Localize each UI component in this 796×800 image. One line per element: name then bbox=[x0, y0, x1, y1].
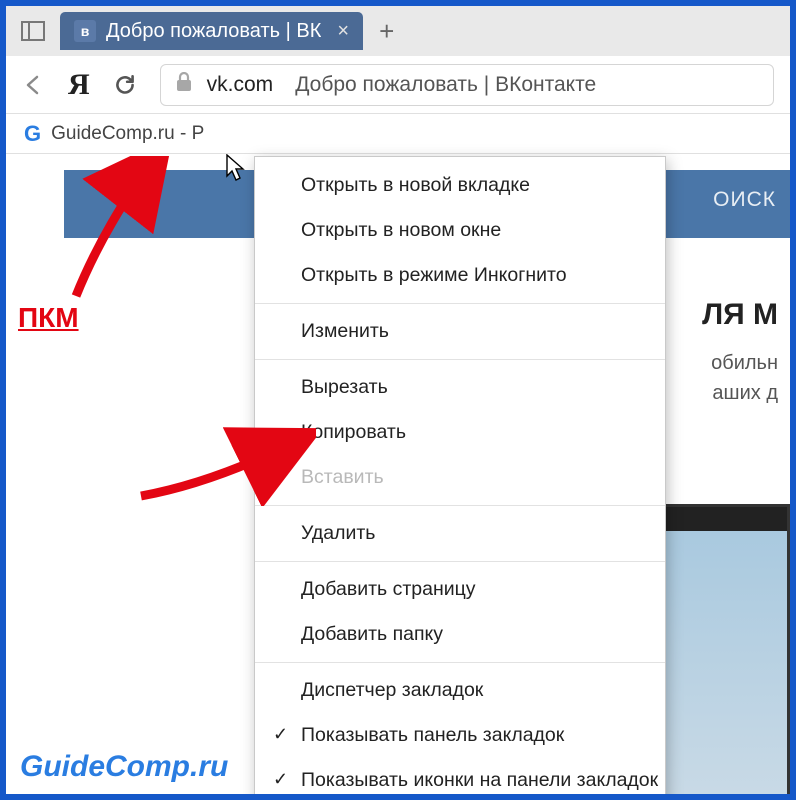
menu-open-incognito[interactable]: Открыть в режиме Инкогнито bbox=[255, 253, 665, 298]
vk-search-label: ОИСК bbox=[713, 188, 776, 212]
annotation-pkm-label: ПКМ bbox=[18, 302, 79, 334]
bookmark-favicon: G bbox=[24, 121, 41, 147]
menu-show-bookmarks-bar[interactable]: Показывать панель закладок bbox=[255, 713, 665, 758]
yandex-logo[interactable]: Я bbox=[68, 68, 90, 102]
menu-separator bbox=[255, 505, 665, 506]
bookmarks-bar: G GuideComp.ru - Р bbox=[6, 114, 790, 154]
menu-delete[interactable]: Удалить bbox=[255, 511, 665, 556]
menu-separator bbox=[255, 561, 665, 562]
promo-heading: ЛЯ М bbox=[702, 298, 778, 332]
back-button[interactable] bbox=[22, 73, 46, 97]
promo-subtext: обильн аших д bbox=[711, 348, 778, 408]
tab-title: Добро пожаловать | ВК bbox=[106, 20, 321, 43]
reload-button[interactable] bbox=[112, 72, 138, 98]
menu-cut[interactable]: Вырезать bbox=[255, 365, 665, 410]
url-domain: vk.com bbox=[207, 73, 274, 97]
menu-separator bbox=[255, 662, 665, 663]
toolbar: Я vk.com Добро пожаловать | ВКонтакте bbox=[6, 56, 790, 114]
menu-open-new-tab[interactable]: Открыть в новой вкладке bbox=[255, 163, 665, 208]
watermark: GuideComp.ru bbox=[20, 750, 228, 784]
menu-add-folder[interactable]: Добавить папку bbox=[255, 612, 665, 657]
lock-icon bbox=[175, 72, 193, 98]
menu-bookmark-manager[interactable]: Диспетчер закладок bbox=[255, 668, 665, 713]
browser-window: в Добро пожаловать | ВК × + Я vk.com Доб… bbox=[0, 0, 796, 800]
menu-separator bbox=[255, 359, 665, 360]
menu-open-new-window[interactable]: Открыть в новом окне bbox=[255, 208, 665, 253]
context-menu: Открыть в новой вкладке Открыть в новом … bbox=[254, 156, 666, 800]
menu-separator bbox=[255, 303, 665, 304]
new-tab-button[interactable]: + bbox=[371, 16, 402, 47]
menu-show-icons-bar[interactable]: Показывать иконки на панели закладок bbox=[255, 758, 665, 800]
panel-toggle-button[interactable] bbox=[14, 15, 52, 47]
browser-tab[interactable]: в Добро пожаловать | ВК × bbox=[60, 12, 363, 50]
menu-copy[interactable]: Копировать bbox=[255, 410, 665, 455]
close-tab-icon[interactable]: × bbox=[337, 20, 349, 43]
address-bar[interactable]: vk.com Добро пожаловать | ВКонтакте bbox=[160, 64, 774, 106]
menu-paste: Вставить bbox=[255, 455, 665, 500]
bookmark-item[interactable]: GuideComp.ru - Р bbox=[51, 123, 204, 145]
menu-add-page[interactable]: Добавить страницу bbox=[255, 567, 665, 612]
tab-strip: в Добро пожаловать | ВК × + bbox=[6, 6, 790, 56]
menu-edit[interactable]: Изменить bbox=[255, 309, 665, 354]
vk-favicon: в bbox=[74, 20, 96, 42]
url-page-title: Добро пожаловать | ВКонтакте bbox=[295, 73, 596, 97]
